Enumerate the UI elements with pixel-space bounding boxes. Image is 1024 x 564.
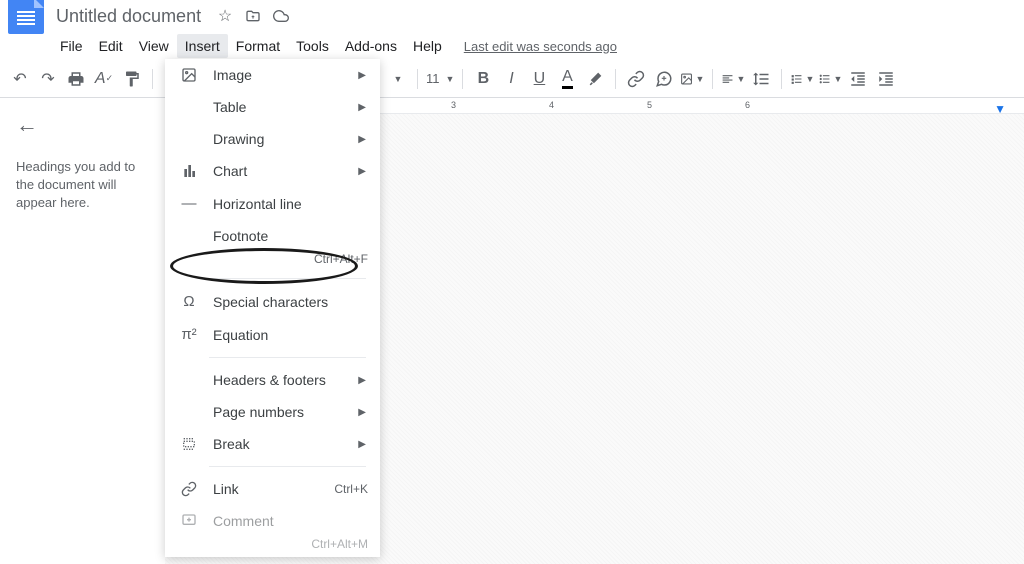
menu-item-page-numbers[interactable]: Page numbers ▶: [165, 396, 380, 428]
menu-item-special-characters[interactable]: Ω Special characters: [165, 285, 380, 318]
insert-dropdown-menu: Image ▶ Table ▶ Drawing ▶ Chart ▶ — Hori…: [165, 59, 380, 557]
chevron-right-icon: ▶: [358, 102, 366, 113]
link-icon: [179, 481, 199, 497]
spellcheck-icon[interactable]: A✓: [92, 67, 116, 91]
docs-app-icon[interactable]: [8, 0, 44, 34]
menubar: File Edit View Insert Format Tools Add-o…: [0, 32, 1024, 60]
menu-edit[interactable]: Edit: [91, 34, 131, 58]
font-size-input[interactable]: 11 ▼: [426, 71, 454, 86]
bold-icon[interactable]: B: [471, 67, 495, 91]
back-arrow-icon[interactable]: ←: [16, 112, 149, 138]
redo-icon[interactable]: ↷: [36, 67, 60, 91]
chevron-right-icon: ▶: [358, 375, 366, 386]
equation-icon: π²: [179, 326, 199, 343]
document-title[interactable]: Untitled document: [56, 6, 201, 27]
menu-item-horizontal-line[interactable]: — Horizontal line: [165, 187, 380, 220]
chevron-right-icon: ▶: [358, 134, 366, 145]
bullet-list-icon[interactable]: ▼: [818, 67, 842, 91]
menu-item-footnote[interactable]: Footnote: [165, 220, 380, 252]
chevron-right-icon: ▶: [358, 70, 366, 81]
horizontal-line-icon: —: [179, 195, 199, 212]
menu-help[interactable]: Help: [405, 34, 450, 58]
outline-sidebar: ← Headings you add to the document will …: [0, 98, 165, 564]
checklist-icon[interactable]: ▼: [790, 67, 814, 91]
insert-image-icon[interactable]: ▼: [680, 67, 704, 91]
italic-icon[interactable]: I: [499, 67, 523, 91]
move-folder-icon[interactable]: [245, 8, 261, 24]
menu-item-image[interactable]: Image ▶: [165, 59, 380, 91]
outline-hint-text: Headings you add to the document will ap…: [16, 158, 149, 213]
print-icon[interactable]: [64, 67, 88, 91]
paint-format-icon[interactable]: [120, 67, 144, 91]
menu-item-equation[interactable]: π² Equation: [165, 318, 380, 351]
menu-file[interactable]: File: [52, 34, 91, 58]
menu-item-headers-footers[interactable]: Headers & footers ▶: [165, 364, 380, 396]
insert-link-icon[interactable]: [624, 67, 648, 91]
cloud-status-icon[interactable]: [273, 8, 289, 24]
align-icon[interactable]: ▼: [721, 67, 745, 91]
menu-format[interactable]: Format: [228, 34, 288, 58]
insert-comment-icon[interactable]: [652, 67, 676, 91]
styles-dropdown[interactable]: ▼: [385, 67, 409, 91]
chevron-right-icon: ▶: [358, 166, 366, 177]
footnote-shortcut: Ctrl+Alt+F: [165, 252, 380, 272]
line-spacing-icon[interactable]: [749, 67, 773, 91]
omega-icon: Ω: [179, 293, 199, 310]
menu-view[interactable]: View: [131, 34, 177, 58]
undo-icon[interactable]: ↶: [8, 67, 32, 91]
image-icon: [179, 67, 199, 83]
menu-insert[interactable]: Insert: [177, 34, 228, 58]
decrease-indent-icon[interactable]: [846, 67, 870, 91]
menu-tools[interactable]: Tools: [288, 34, 337, 58]
last-edit-link[interactable]: Last edit was seconds ago: [464, 39, 617, 54]
text-color-icon[interactable]: A: [555, 67, 579, 91]
ruler-right-indent-icon[interactable]: ▼: [994, 102, 1006, 116]
comment-shortcut: Ctrl+Alt+M: [165, 537, 380, 557]
menu-item-link[interactable]: Link Ctrl+K: [165, 473, 380, 505]
comment-icon: [179, 513, 199, 529]
menu-item-comment[interactable]: Comment: [165, 505, 380, 537]
break-icon: [179, 436, 199, 452]
menu-item-drawing[interactable]: Drawing ▶: [165, 123, 380, 155]
underline-icon[interactable]: U: [527, 67, 551, 91]
chart-icon: [179, 163, 199, 179]
chevron-right-icon: ▶: [358, 439, 366, 450]
menu-item-chart[interactable]: Chart ▶: [165, 155, 380, 187]
chevron-right-icon: ▶: [358, 407, 366, 418]
menu-item-table[interactable]: Table ▶: [165, 91, 380, 123]
menu-item-break[interactable]: Break ▶: [165, 428, 380, 460]
star-icon[interactable]: ☆: [217, 8, 233, 24]
menu-addons[interactable]: Add-ons: [337, 34, 405, 58]
highlight-icon[interactable]: [583, 67, 607, 91]
toolbar: ↶ ↷ A✓ ▼ 11 ▼ B I U A ▼ ▼ ▼ ▼: [0, 60, 1024, 98]
increase-indent-icon[interactable]: [874, 67, 898, 91]
